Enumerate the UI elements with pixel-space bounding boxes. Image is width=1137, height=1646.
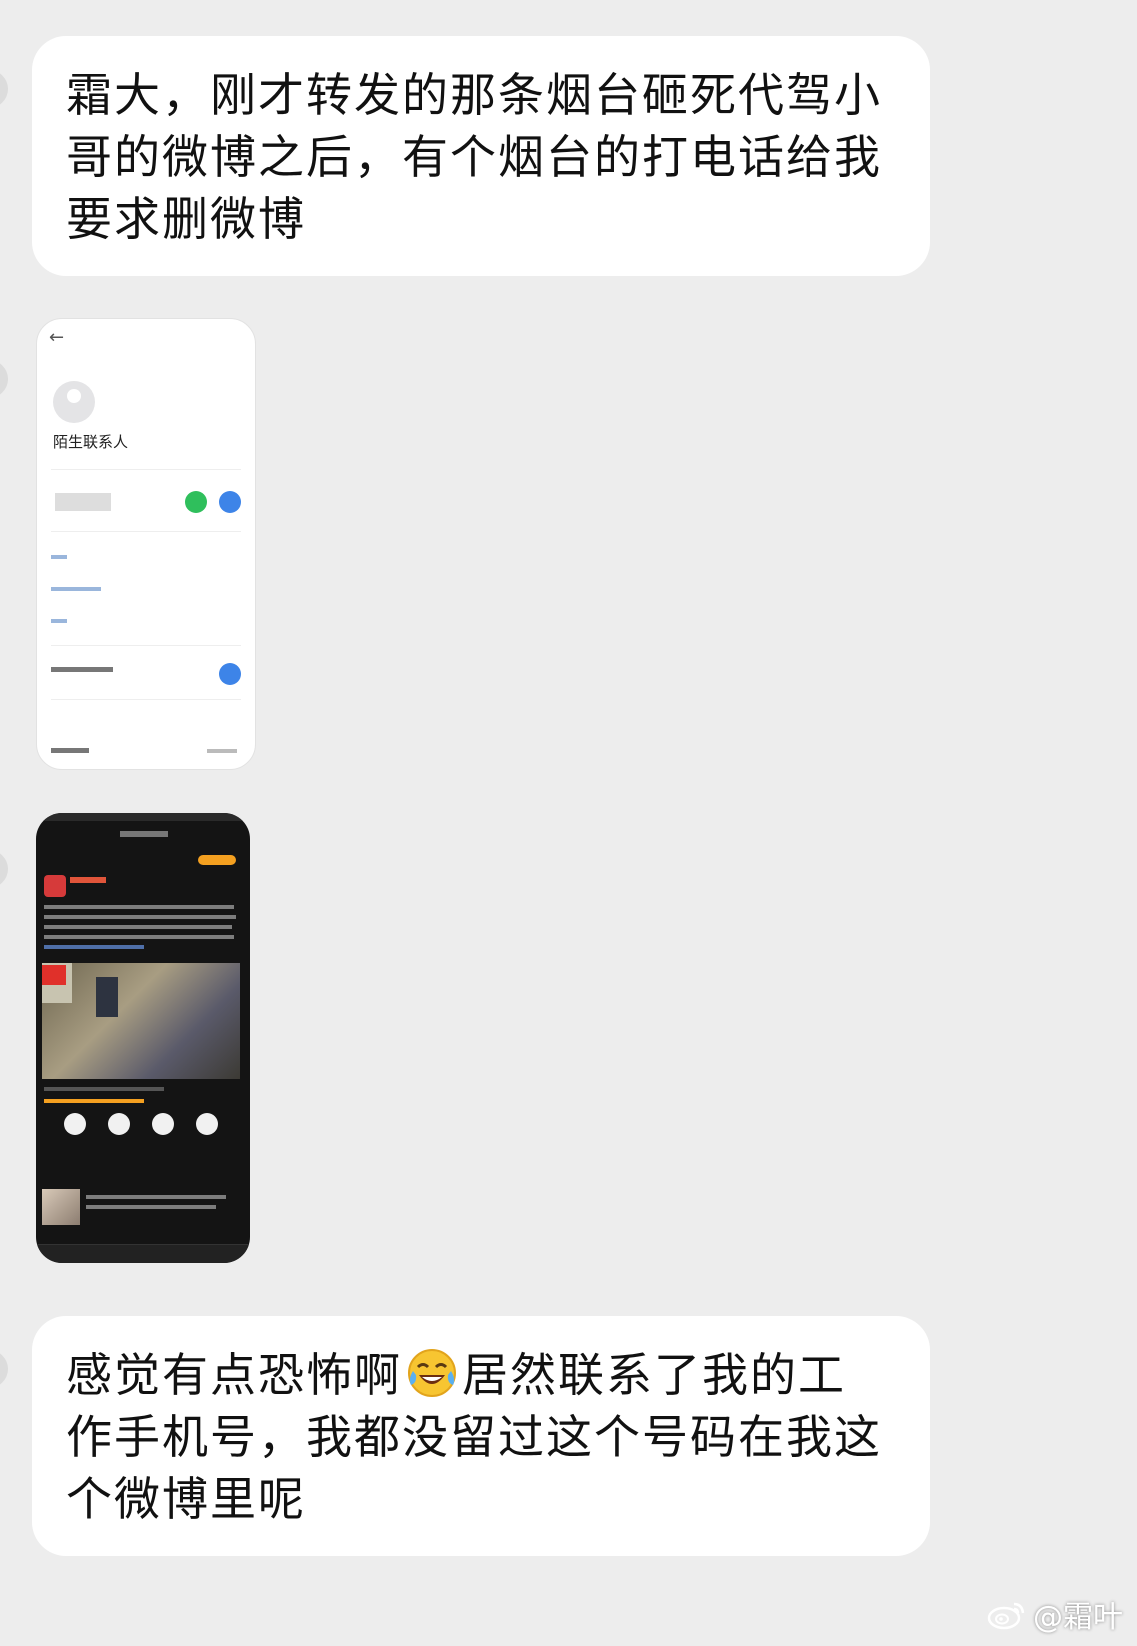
link-option xyxy=(51,619,67,623)
share-more-icon xyxy=(196,1113,218,1135)
promo-badge xyxy=(198,855,236,865)
divider xyxy=(51,469,241,470)
recommendation-image xyxy=(42,1189,80,1225)
message-text-segment: 居然联系了我的工 xyxy=(462,1348,846,1402)
news-badge xyxy=(42,965,66,985)
contact-card-screenshot[interactable]: ← 陌生联系人 xyxy=(36,318,256,770)
message-icon xyxy=(219,491,241,513)
volte-label xyxy=(51,667,113,672)
video-call-icon xyxy=(219,663,241,685)
post-photo xyxy=(42,963,240,1079)
message-text-line: 个微博里呢 xyxy=(66,1472,306,1526)
poster-avatar xyxy=(44,875,66,897)
call-log-time xyxy=(51,748,89,753)
redacted-phone-number xyxy=(55,493,111,511)
message-text-line: 作手机号，我都没留过这个号码在我这 xyxy=(66,1410,882,1464)
post-meta xyxy=(44,1087,164,1091)
bottom-action-bar xyxy=(36,1244,250,1263)
weibo-watermark: @霜叶 xyxy=(987,1592,1123,1636)
weibo-logo-icon xyxy=(987,1602,1025,1630)
recommendation-text xyxy=(86,1205,216,1209)
sender-avatar[interactable] xyxy=(0,1350,8,1388)
call-log-meta xyxy=(207,749,237,753)
divider xyxy=(51,699,241,700)
share-qq-icon xyxy=(152,1113,174,1135)
message-text-line: 感觉有点恐怖啊 居然联系了我的工 xyxy=(66,1344,896,1406)
post-link-line xyxy=(44,945,144,949)
crying-laughing-emoji-icon xyxy=(408,1349,456,1397)
chat-message-bubble[interactable]: 霜大，刚才转发的那条烟台砸死代驾小 哥的微博之后，有个烟台的打电话给我 要求删微… xyxy=(32,36,930,276)
poster-name xyxy=(70,877,106,883)
post-meta xyxy=(44,1099,144,1103)
status-bar xyxy=(36,813,250,821)
link-option xyxy=(51,555,67,559)
chat-message-bubble[interactable]: 感觉有点恐怖啊 居然联系了我的工 作手机号，我都没留过这个号码在我这 个微博里呢 xyxy=(32,1316,930,1556)
message-text-line: 要求删微博 xyxy=(66,192,306,246)
message-text-line: 霜大，刚才转发的那条烟台砸死代驾小 xyxy=(66,68,882,122)
sender-avatar[interactable] xyxy=(0,360,8,398)
link-option xyxy=(51,587,101,591)
post-text-line xyxy=(44,915,236,919)
weibo-post-screenshot[interactable] xyxy=(36,813,250,1263)
page-title xyxy=(120,831,168,837)
divider xyxy=(51,645,241,646)
post-text-line xyxy=(44,935,234,939)
back-arrow-icon: ← xyxy=(49,327,65,348)
message-text-segment: 感觉有点恐怖啊 xyxy=(66,1348,402,1402)
sender-avatar[interactable] xyxy=(0,70,8,108)
watermark-text: @霜叶 xyxy=(1033,1600,1123,1635)
post-text-line xyxy=(44,905,234,909)
share-wechat-icon xyxy=(108,1113,130,1135)
phone-call-icon xyxy=(185,491,207,513)
recommendation-text xyxy=(86,1195,226,1199)
post-text-line xyxy=(44,925,232,929)
contact-name: 陌生联系人 xyxy=(53,433,129,451)
share-moments-icon xyxy=(64,1113,86,1135)
contact-avatar-icon xyxy=(53,381,95,423)
divider xyxy=(51,531,241,532)
message-text-line: 哥的微博之后，有个烟台的打电话给我 xyxy=(66,130,882,184)
sender-avatar[interactable] xyxy=(0,850,8,888)
